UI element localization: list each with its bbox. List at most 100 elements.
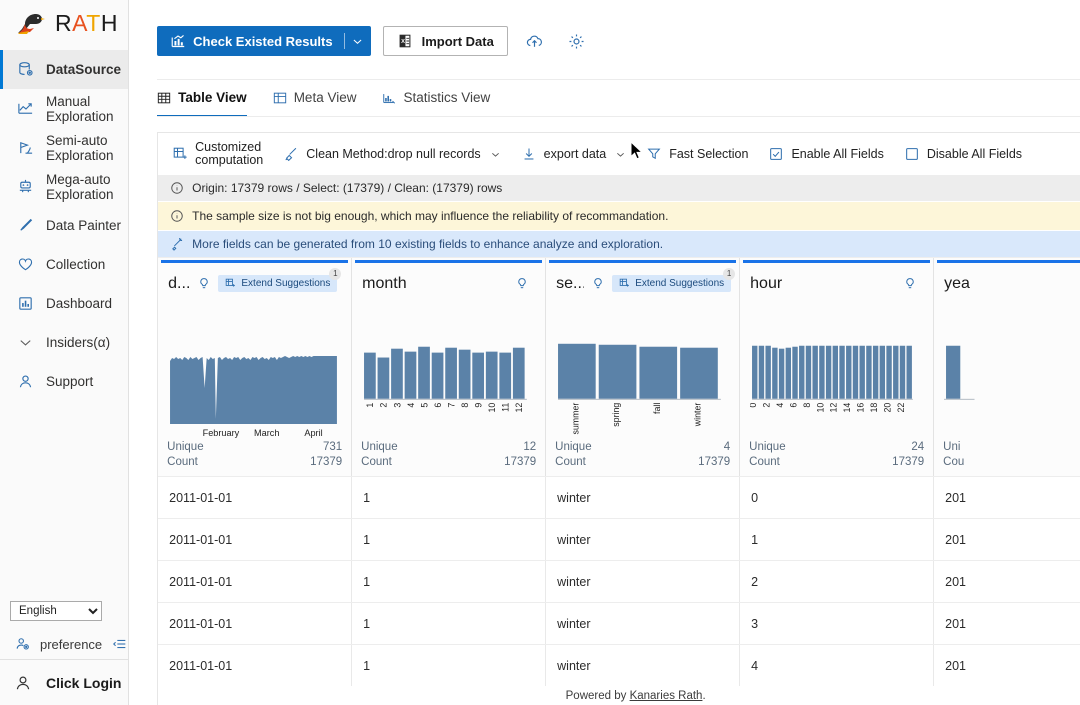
login-button[interactable]: Click Login [0,659,128,705]
robot-icon [16,178,34,196]
table-plus-icon [225,278,236,289]
gear-icon[interactable] [562,26,592,56]
count-stat-row: Count 17379 [555,455,730,470]
language-select[interactable]: English 中文 日本語 [10,601,102,621]
database-icon [16,61,34,79]
histogram-svg: summer spring fall winter [556,332,729,440]
bars [364,347,525,399]
column-histogram-hour: 0 2 4 6 8 10 12 14 16 18 [740,297,933,440]
preference-row[interactable]: preference [0,629,128,659]
chevron-down-icon[interactable] [345,26,371,56]
check-existed-results-label-wrap[interactable]: Check Existed Results [157,26,343,56]
toolbar: Check Existed Results X Import Data [129,0,1080,78]
sidebar-item-dashboard[interactable]: Dashboard [0,284,128,323]
count-value: 17379 [892,455,924,470]
disable-all-fields-button[interactable]: Disable All Fields [894,135,1032,173]
clean-method-button[interactable]: Clean Method:drop null records [273,135,510,173]
sidebar-item-datasource[interactable]: DataSource [0,50,128,89]
check-existed-results-button[interactable]: Check Existed Results [157,26,370,56]
customized-computation-button[interactable]: Customized computation [162,135,273,173]
table-row[interactable]: 2011-01-01 1 winter 4 201 [158,644,1080,686]
table-row[interactable]: 2011-01-01 1 winter 1 201 [158,518,1080,560]
tick-label: 22 [896,403,906,413]
info-circle-icon [170,209,184,223]
sidebar-item-mega-auto-exploration[interactable]: Mega-auto Exploration [0,167,128,206]
table-plus-icon [172,146,188,162]
count-stat-row: Count 17379 [167,455,342,470]
chevron-down-icon [490,149,501,160]
cloud-upload-icon[interactable] [520,26,550,56]
extend-suggestions-button[interactable]: Extend Suggestions 1 [612,275,731,292]
cell-hour: 1 [740,519,934,560]
tick-label: 10 [815,403,825,413]
brand-letter-a: A [72,10,86,36]
tick-label: 16 [856,403,866,413]
tab-meta-view[interactable]: Meta View [273,78,357,117]
download-icon [521,146,537,162]
meta-table-icon [273,91,287,105]
svg-text:X: X [401,39,405,45]
tab-statistics-view[interactable]: Statistics View [382,78,490,117]
sidebar-item-label: Semi-auto Exploration [46,133,128,163]
cell-year: 201 [934,519,1080,560]
lightbulb-icon[interactable] [197,277,211,291]
cell-season: winter [546,519,740,560]
checkbox-empty-icon [904,146,920,162]
column-histogram-year [934,297,1080,440]
export-data-button[interactable]: export data [511,135,637,173]
column-stats: Unique 4 Count 17379 [546,440,739,476]
tick-label: 20 [882,403,892,413]
sidebar-item-semi-auto-exploration[interactable]: Semi-auto Exploration [0,128,128,167]
enable-all-fields-button[interactable]: Enable All Fields [758,135,893,173]
tick-label: February [203,428,240,438]
count-stat-row: Cou [943,455,1080,470]
language-row: English 中文 日本語 [0,601,128,621]
data-table: d... [158,257,1080,705]
extend-suggestions-button[interactable]: Extend Suggestions 1 [218,275,337,292]
tick-label: 7 [446,403,456,408]
lightbulb-icon[interactable] [515,277,529,291]
import-data-button[interactable]: X Import Data [383,26,508,56]
sliders-icon[interactable] [111,636,128,653]
disable-all-fields-label: Disable All Fields [927,147,1022,161]
sidebar-item-label: Mega-auto Exploration [46,172,128,202]
field-generation-tip-strip[interactable]: More fields can be generated from 10 exi… [158,230,1080,257]
sidebar-item-label: Dashboard [46,296,112,311]
data-panel: Customized computation Clean Method:drop… [157,132,1080,705]
lightbulb-icon[interactable] [903,277,917,291]
table-row[interactable]: 2011-01-01 1 winter 0 201 [158,476,1080,518]
excel-file-icon: X [397,33,413,49]
tick-label: 18 [869,403,879,413]
origin-info-strip: Origin: 17379 rows / Select: (17379) / C… [158,175,1080,201]
unique-value: 12 [523,440,536,455]
tick-label: 9 [473,403,483,408]
table-row[interactable]: 2011-01-01 1 winter 3 201 [158,602,1080,644]
person-icon [16,373,34,391]
sidebar-item-insiders[interactable]: Insiders(α) [0,323,128,362]
brand-letter-r: R [55,10,72,36]
column-header-top: se... [546,263,739,297]
tab-table-view[interactable]: Table View [157,78,247,117]
tick-label: 4 [406,403,416,408]
cell-date: 2011-01-01 [158,645,352,686]
sidebar: RATH DataSource Manual Explorat [0,0,129,705]
fast-selection-button[interactable]: Fast Selection [636,135,758,173]
view-tabs: Table View Meta View [129,78,1080,117]
origin-info-text: Origin: 17379 rows / Select: (17379) / C… [192,181,502,195]
sidebar-item-manual-exploration[interactable]: Manual Exploration [0,89,128,128]
sidebar-item-label: DataSource [46,62,121,77]
histogram-svg [944,332,1080,440]
magic-wand-icon [170,237,184,251]
tick-label: 11 [501,403,511,412]
histogram-svg: February March April [168,344,341,440]
brand: RATH [0,0,128,47]
sidebar-item-collection[interactable]: Collection [0,245,128,284]
sidebar-item-support[interactable]: Support [0,362,128,401]
sidebar-item-data-painter[interactable]: Data Painter [0,206,128,245]
table-row[interactable]: 2011-01-01 1 winter 2 201 [158,560,1080,602]
count-value: 17379 [698,455,730,470]
field-generation-tip-text: More fields can be generated from 10 exi… [192,237,663,251]
sidebar-item-label: Support [46,374,93,389]
sidebar-item-label: Collection [46,257,105,272]
lightbulb-icon[interactable] [591,277,605,291]
